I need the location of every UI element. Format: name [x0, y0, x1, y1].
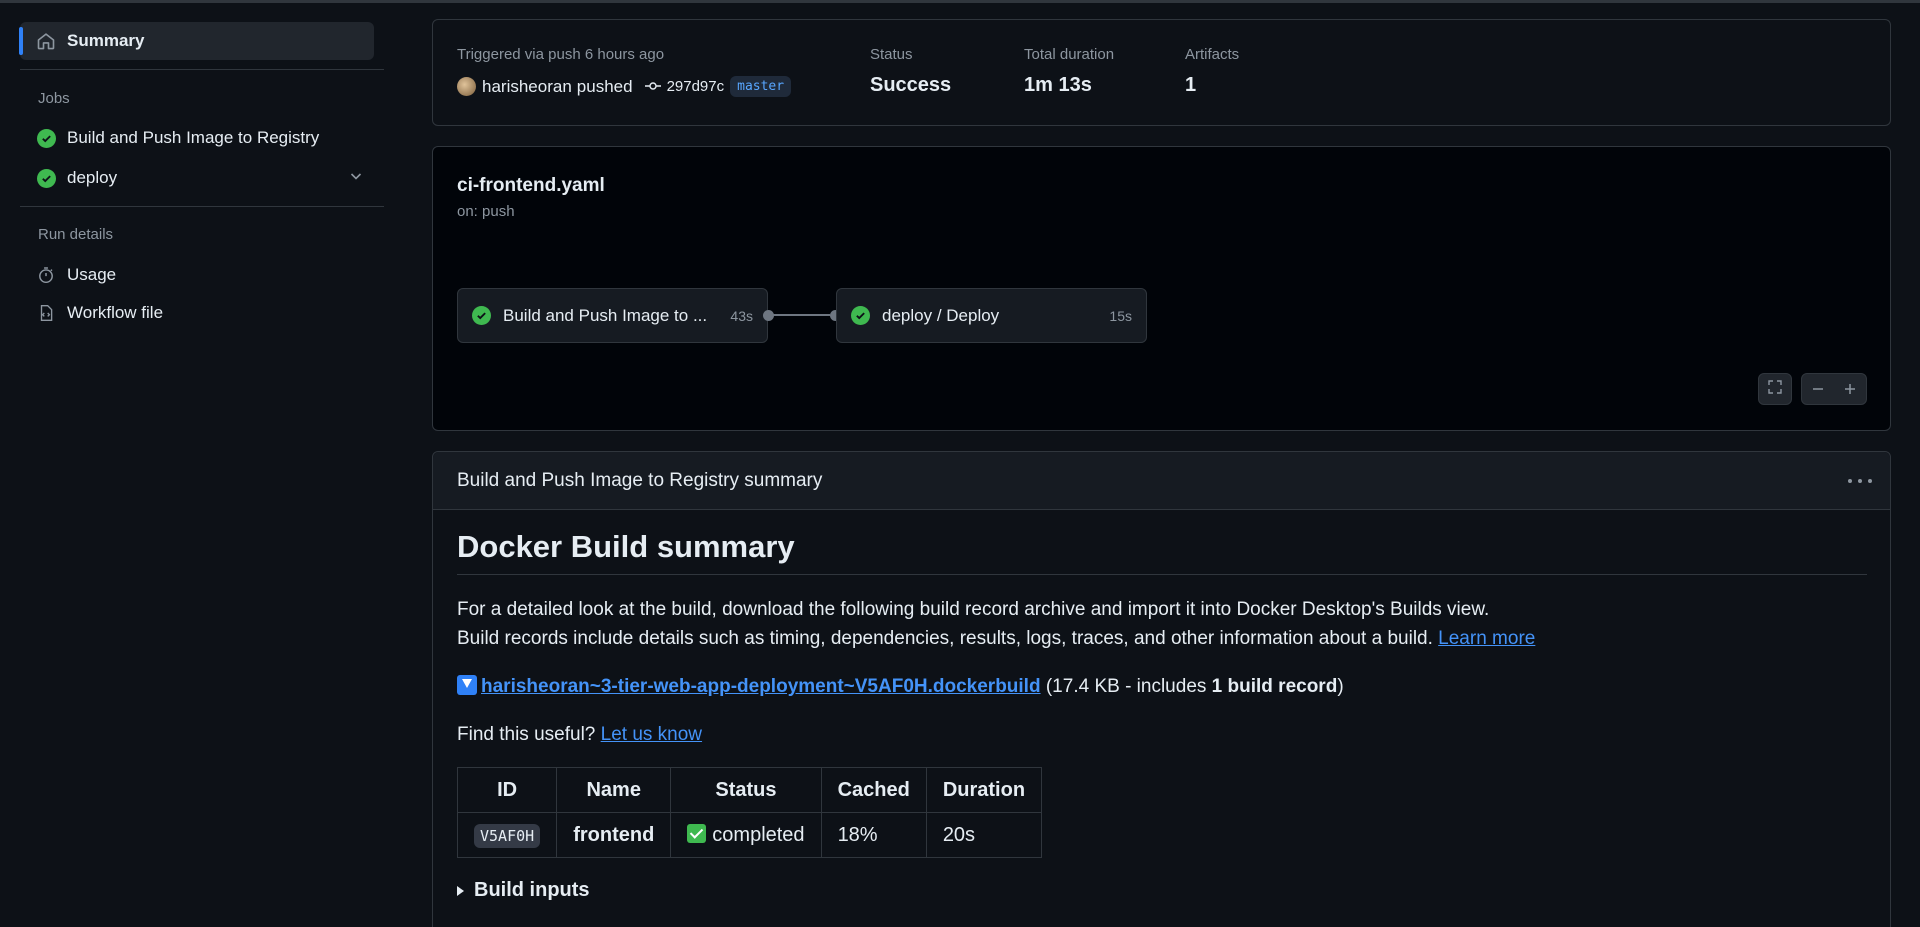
divider [20, 206, 384, 207]
build-cached: 18% [820, 812, 927, 858]
job-summary-card: Build and Push Image to Registry summary… [432, 451, 1891, 927]
intro-paragraph: For a detailed look at the build, downlo… [457, 595, 1535, 653]
intro-line-2: Build records include details such as ti… [457, 628, 1433, 649]
action-text: pushed [576, 76, 633, 96]
check-box-icon [687, 823, 707, 843]
feedback-line: Find this useful? Let us know [457, 720, 702, 749]
duration-label: Total duration [1024, 46, 1115, 63]
chevron-down-icon[interactable] [348, 168, 364, 184]
minus-icon [1813, 388, 1823, 390]
graph-job-duration: 43s [730, 307, 753, 324]
actor-name[interactable]: harisheoran [482, 77, 572, 97]
sidebar-item-job-deploy[interactable]: deploy [36, 163, 117, 193]
push-info: harisheoran pushed 297d97c master [457, 76, 792, 97]
archive-size-suffix: ) [1337, 676, 1344, 697]
workflow-graph-card: ci-frontend.yaml on: push Build and Push… [432, 146, 1891, 431]
zoom-controls [1801, 373, 1867, 405]
sidebar-item-label: Workflow file [67, 303, 164, 322]
build-status: completed [712, 823, 805, 846]
check-circle-icon [851, 305, 870, 326]
graph-job-name: Build and Push Image to ... [503, 305, 708, 325]
build-inputs-label: Build inputs [474, 879, 590, 901]
feedback-link[interactable]: Let us know [601, 724, 702, 745]
status-value: Success [870, 74, 952, 96]
download-icon [457, 675, 477, 695]
sidebar-item-job-build[interactable]: Build and Push Image to Registry [36, 123, 319, 153]
fullscreen-icon [1767, 379, 1783, 400]
archive-size-prefix: (17.4 KB - includes [1045, 676, 1212, 697]
avatar[interactable] [457, 77, 476, 96]
graph-job-deploy[interactable]: deploy / Deploy 15s [836, 288, 1147, 343]
artifacts-label: Artifacts [1185, 46, 1240, 63]
check-circle-icon [472, 305, 491, 326]
sidebar-item-label: Usage [67, 265, 117, 284]
table-row: V5AF0H frontend completed 18% 20s [456, 812, 1043, 858]
check-circle-icon [36, 168, 56, 188]
job-summary-header: Build and Push Image to Registry summary [433, 452, 1890, 510]
column-header: Duration [925, 767, 1043, 813]
table-header-row: ID Name Status Cached Duration [456, 767, 1043, 813]
file-code-icon [36, 303, 56, 323]
archive-line: harisheoran~3-tier-web-app-deployment~V5… [457, 672, 1344, 701]
workflow-trigger: on: push [457, 203, 515, 220]
active-indicator [19, 27, 23, 55]
sidebar-item-usage[interactable]: Usage [36, 260, 116, 290]
column-header: Name [556, 767, 672, 813]
plus-icon [1845, 384, 1855, 394]
zoom-in-button[interactable] [1834, 382, 1866, 396]
useful-text: Find this useful? [457, 724, 596, 745]
heading-rule [457, 574, 1867, 575]
status-label: Status [870, 46, 913, 63]
build-duration: 20s [925, 812, 1043, 858]
column-header: ID [456, 767, 558, 813]
sidebar-item-label: Build and Push Image to Registry [67, 128, 320, 147]
kebab-menu-icon[interactable] [1848, 472, 1872, 490]
learn-more-link[interactable]: Learn more [1438, 628, 1535, 649]
run-details-heading: Run details [38, 226, 114, 243]
intro-line-1: For a detailed look at the build, downlo… [457, 599, 1490, 620]
sidebar-item-label: Summary [67, 31, 145, 50]
run-meta-card: Triggered via push 6 hours ago harisheor… [432, 19, 1891, 126]
sidebar-item-workflow-file[interactable]: Workflow file [36, 298, 163, 328]
stopwatch-icon [36, 265, 56, 285]
build-table: ID Name Status Cached Duration V5AF0H fr… [456, 767, 1043, 858]
column-header: Cached [820, 767, 927, 813]
graph-job-duration: 15s [1109, 307, 1132, 324]
trigger-text: Triggered via push 6 hours ago [457, 46, 665, 63]
build-inputs-toggle[interactable]: Build inputs [457, 879, 590, 902]
sidebar: Summary Jobs Build and Push Image to Reg… [0, 0, 400, 927]
duration-value: 1m 13s [1024, 74, 1092, 96]
fullscreen-button[interactable] [1758, 373, 1792, 405]
git-commit-icon [644, 77, 661, 97]
divider [20, 69, 384, 70]
jobs-heading: Jobs [38, 90, 70, 107]
graph-job-build[interactable]: Build and Push Image to ... 43s [457, 288, 768, 343]
build-name: frontend [556, 812, 672, 858]
column-header: Status [670, 767, 822, 813]
zoom-out-button[interactable] [1802, 382, 1834, 396]
commit-sha-link[interactable]: 297d97c [667, 78, 725, 95]
connector-line [771, 314, 830, 316]
sidebar-item-label: deploy [67, 168, 118, 187]
workflow-file-name[interactable]: ci-frontend.yaml [457, 175, 605, 197]
sidebar-item-summary[interactable]: Summary [19, 22, 374, 60]
home-icon [36, 31, 56, 51]
branch-badge[interactable]: master [730, 76, 792, 97]
graph-job-name: deploy / Deploy [882, 305, 1000, 325]
archive-size-bold: 1 build record [1211, 676, 1338, 697]
docker-summary-heading: Docker Build summary [457, 529, 795, 564]
build-id: V5AF0H [474, 823, 541, 848]
job-summary-title: Build and Push Image to Registry summary [457, 470, 823, 491]
check-circle-icon [36, 128, 56, 148]
artifacts-value[interactable]: 1 [1185, 74, 1196, 97]
archive-download-link[interactable]: harisheoran~3-tier-web-app-deployment~V5… [481, 676, 1041, 697]
caret-right-icon [457, 885, 464, 896]
build-status-cell: completed [670, 812, 822, 858]
